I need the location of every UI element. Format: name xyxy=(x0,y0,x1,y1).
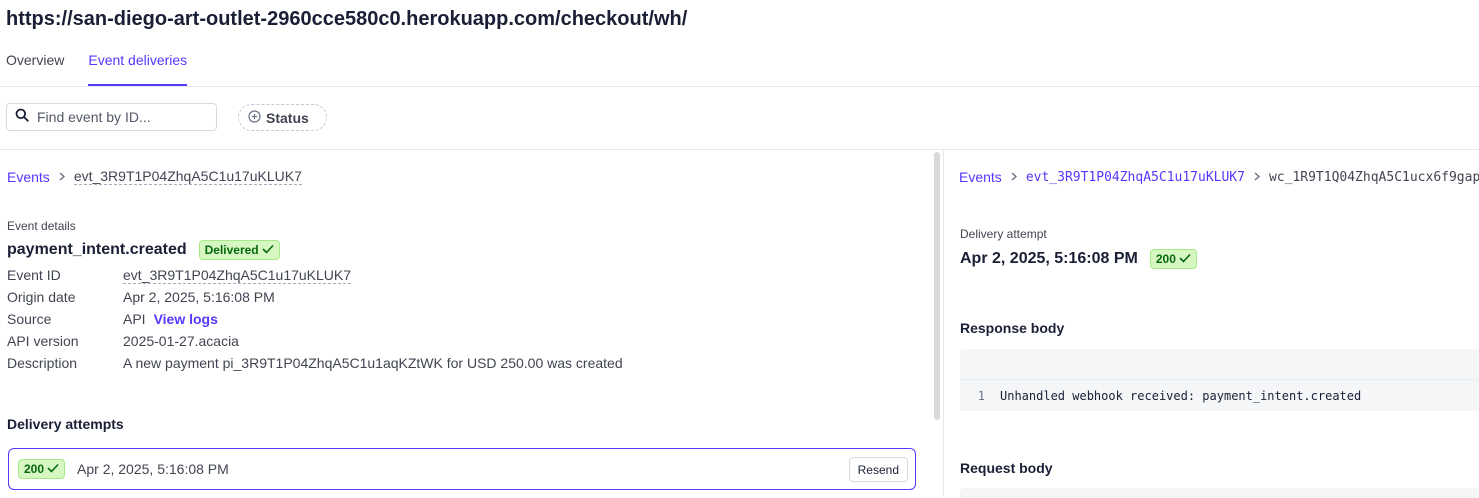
line-number: 1 xyxy=(977,388,985,403)
event-detail-panel: Events evt_3R9T1P04ZhqA5C1u17uKLUK7 Even… xyxy=(0,150,933,495)
code-block-header xyxy=(960,349,1479,379)
attempt-heading: Apr 2, 2025, 5:16:08 PM 200 xyxy=(960,249,1197,269)
status-code-badge: 200 xyxy=(18,459,66,479)
detail-row-description: Description A new payment pi_3R9T1P04Zhq… xyxy=(7,352,623,374)
request-code-block xyxy=(960,488,1479,498)
tab-bar: Overview Event deliveries xyxy=(6,52,188,86)
scrollbar[interactable] xyxy=(934,152,940,420)
source-value: API xyxy=(123,311,146,327)
check-icon xyxy=(262,243,274,257)
divider xyxy=(0,86,1479,87)
chevron-right-icon xyxy=(59,170,65,184)
breadcrumb-events-link[interactable]: Events xyxy=(7,169,50,185)
detail-label: Source xyxy=(7,311,52,327)
delivery-attempt-label: Delivery attempt xyxy=(960,227,1047,241)
event-details-label: Event details xyxy=(7,219,76,233)
view-logs-link[interactable]: View logs xyxy=(154,311,218,327)
breadcrumb-events-link[interactable]: Events xyxy=(959,169,1002,185)
chevron-right-icon xyxy=(1011,170,1017,184)
status-code: 200 xyxy=(1155,252,1176,266)
response-body-title: Response body xyxy=(960,320,1065,336)
status-filter-button[interactable]: Status xyxy=(238,104,327,131)
attempt-date: Apr 2, 2025, 5:16:08 PM xyxy=(77,461,229,477)
attempt-date: Apr 2, 2025, 5:16:08 PM xyxy=(960,250,1138,267)
breadcrumb: Events evt_3R9T1P04ZhqA5C1u17uKLUK7 xyxy=(7,168,302,185)
detail-label: API version xyxy=(7,333,79,349)
code-line: Unhandled webhook received: payment_inte… xyxy=(1000,388,1362,403)
search-input[interactable] xyxy=(37,109,207,125)
search-field[interactable] xyxy=(6,103,217,131)
status-badge-label: Delivered xyxy=(204,243,259,257)
detail-row-event-id: Event ID evt_3R9T1P04ZhqA5C1u17uKLUK7 xyxy=(7,264,623,286)
delivery-attempt-panel: Events evt_3R9T1P04ZhqA5C1u17uKLUK7 wc_1… xyxy=(943,150,1479,498)
breadcrumb: Events evt_3R9T1P04ZhqA5C1u17uKLUK7 wc_1… xyxy=(959,169,1479,185)
event-id-value[interactable]: evt_3R9T1P04ZhqA5C1u17uKLUK7 xyxy=(123,267,352,284)
breadcrumb-event-link[interactable]: evt_3R9T1P04ZhqA5C1u17uKLUK7 xyxy=(1026,170,1245,185)
event-details-list: Event ID evt_3R9T1P04ZhqA5C1u17uKLUK7 Or… xyxy=(7,264,623,374)
origin-date-value: Apr 2, 2025, 5:16:08 PM xyxy=(123,289,275,305)
page-title: https://san-diego-art-outlet-2960cce580c… xyxy=(6,8,688,30)
resend-button[interactable]: Resend xyxy=(848,457,908,482)
tab-overview[interactable]: Overview xyxy=(6,52,64,77)
detail-row-api-version: API version 2025-01-27.acacia xyxy=(7,330,623,352)
detail-row-source: Source API View logs xyxy=(7,308,623,330)
chevron-right-icon xyxy=(1254,170,1261,184)
api-version-value: 2025-01-27.acacia xyxy=(123,333,239,349)
event-type: payment_intent.created xyxy=(7,241,187,258)
check-icon xyxy=(47,462,59,476)
request-body-title: Request body xyxy=(960,460,1053,476)
delivery-attempt-row[interactable]: 200 Apr 2, 2025, 5:16:08 PM Resend xyxy=(8,448,916,490)
event-type-heading: payment_intent.created Delivered xyxy=(7,240,280,260)
check-icon xyxy=(1179,252,1191,266)
status-filter-label: Status xyxy=(266,109,309,126)
detail-row-origin-date: Origin date Apr 2, 2025, 5:16:08 PM xyxy=(7,286,623,308)
status-code: 200 xyxy=(24,462,45,476)
search-icon xyxy=(15,108,29,127)
breadcrumb-current: wc_1R9T1Q04ZhqA5C1ucx6f9gap xyxy=(1268,169,1479,185)
detail-label: Event ID xyxy=(7,267,61,283)
detail-label: Origin date xyxy=(7,289,76,305)
status-badge: Delivered xyxy=(198,240,280,260)
status-code-badge: 200 xyxy=(1149,249,1197,269)
detail-label: Description xyxy=(7,355,78,371)
delivery-attempts-title: Delivery attempts xyxy=(7,416,124,432)
plus-circle-icon xyxy=(248,109,261,126)
description-value: A new payment pi_3R9T1P04ZhqA5C1u1aqKZtW… xyxy=(123,355,623,371)
breadcrumb-current[interactable]: evt_3R9T1P04ZhqA5C1u17uKLUK7 xyxy=(73,168,302,185)
response-body-code: 1 Unhandled webhook received: payment_in… xyxy=(960,379,1479,411)
tab-event-deliveries[interactable]: Event deliveries xyxy=(88,52,188,86)
